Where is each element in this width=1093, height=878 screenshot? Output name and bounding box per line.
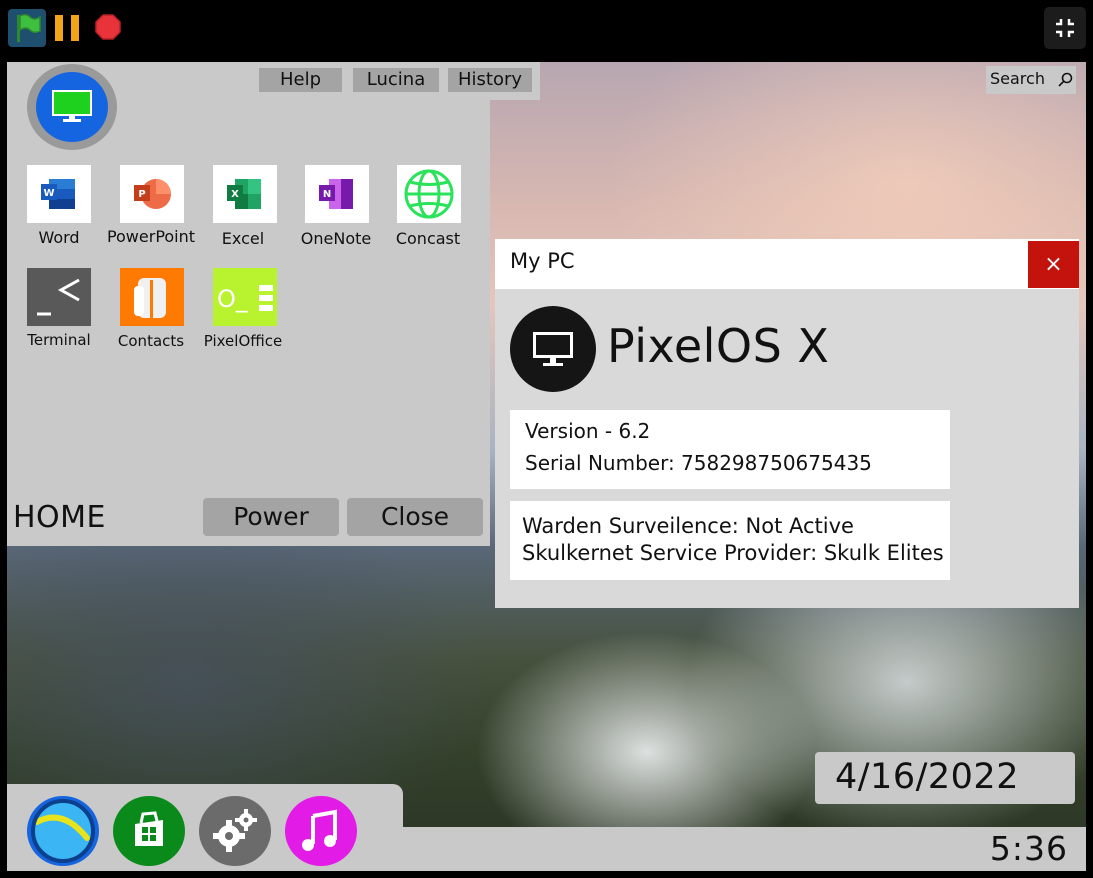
exit-fullscreen-icon[interactable]	[1044, 7, 1086, 49]
powerpoint-icon[interactable]: P	[120, 165, 184, 223]
window-header: My PC	[495, 239, 1079, 289]
app-label-pixeloffice: PixelOffice	[203, 332, 283, 350]
tab-history[interactable]: History	[448, 68, 532, 92]
green-flag-icon[interactable]	[8, 9, 46, 47]
my-pc-window: My PC × PixelOS X Version - 6.2 Serial N…	[495, 239, 1079, 608]
player-bar	[0, 0, 1093, 58]
os-name: PixelOS X	[607, 319, 830, 373]
globe-icon[interactable]	[397, 165, 461, 223]
provider-text: Skulkernet Service Provider: Skulk Elite…	[522, 541, 944, 565]
svg-text:O_: O_	[217, 285, 249, 313]
svg-text:P: P	[138, 189, 145, 200]
dock	[7, 784, 403, 871]
close-icon[interactable]: ×	[1028, 241, 1079, 288]
taskbar: 5:36	[403, 827, 1086, 871]
terminal-icon[interactable]	[27, 268, 91, 326]
version-text: Version - 6.2	[525, 419, 651, 443]
browser-icon[interactable]	[27, 796, 99, 866]
warden-status-text: Warden Surveilence: Not Active	[522, 514, 854, 538]
tab-help[interactable]: Help	[259, 68, 342, 92]
date-text: 4/16/2022	[835, 757, 1019, 797]
svg-text:N: N	[323, 189, 331, 200]
clock-text: 5:36	[989, 829, 1068, 868]
avatar[interactable]	[36, 72, 108, 142]
date-display: 4/16/2022	[815, 752, 1075, 804]
home-title: HOME	[13, 500, 107, 535]
svg-text:W: W	[43, 188, 54, 199]
pause-icon[interactable]	[55, 15, 81, 41]
word-icon[interactable]: W	[27, 165, 91, 223]
music-icon[interactable]	[285, 796, 357, 866]
contacts-icon[interactable]	[120, 268, 184, 326]
settings-gears-icon[interactable]	[199, 796, 271, 866]
onenote-icon[interactable]: N	[305, 165, 369, 223]
app-label-concast: Concast	[395, 229, 461, 248]
search-box[interactable]: Search	[986, 66, 1076, 94]
service-info-box: Warden Surveilence: Not Active Skulkerne…	[510, 501, 950, 580]
monitor-icon	[52, 90, 92, 122]
search-label: Search	[990, 69, 1045, 88]
desktop-stage: Help Lucina History W Word P PowerPoint …	[7, 62, 1086, 871]
tab-lucina[interactable]: Lucina	[353, 68, 439, 92]
search-icon	[1058, 72, 1073, 87]
store-icon[interactable]	[113, 796, 185, 866]
pixeloffice-icon[interactable]: O_	[213, 268, 277, 326]
serial-number-text: Serial Number: 758298750675435	[525, 451, 872, 475]
window-title: My PC	[510, 249, 575, 273]
stop-sign-icon[interactable]	[95, 14, 121, 40]
pixelos-logo-icon	[510, 306, 596, 392]
svg-text:X: X	[231, 189, 239, 200]
excel-icon[interactable]: X	[213, 165, 277, 223]
power-button[interactable]: Power	[203, 498, 339, 536]
version-info-box: Version - 6.2 Serial Number: 75829875067…	[510, 410, 950, 489]
close-button[interactable]: Close	[347, 498, 483, 536]
